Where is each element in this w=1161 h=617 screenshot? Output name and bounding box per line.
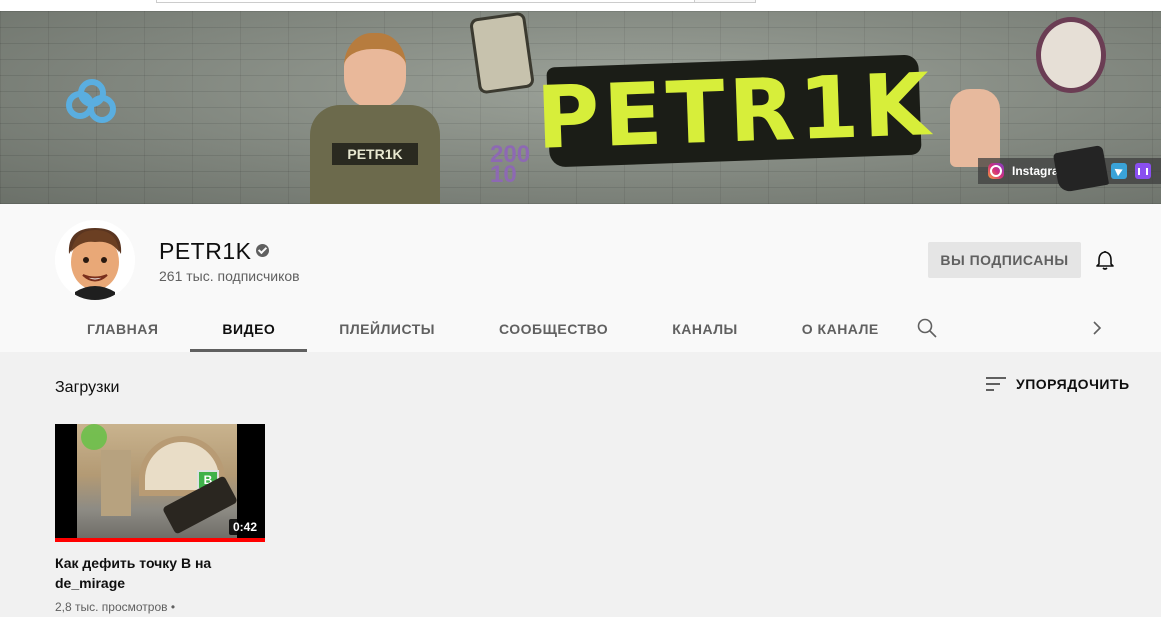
banner-logo: PETR1K bbox=[534, 55, 936, 169]
tab-about[interactable]: О КАНАЛЕ bbox=[770, 305, 911, 352]
bell-icon[interactable] bbox=[1094, 249, 1116, 271]
tab-community[interactable]: СООБЩЕСТВО bbox=[467, 305, 640, 352]
tab-channels[interactable]: КАНАЛЫ bbox=[640, 305, 770, 352]
instagram-icon[interactable] bbox=[988, 163, 1004, 179]
sticker-200: 200 10 bbox=[490, 141, 531, 188]
video-meta: 2,8 тыс. просмотров • bbox=[55, 600, 176, 614]
gun-sticker bbox=[1052, 144, 1110, 194]
search-input[interactable] bbox=[156, 0, 696, 3]
channel-name: PETR1K bbox=[159, 238, 252, 264]
tab-playlists[interactable]: ПЛЕЙЛИСТЫ bbox=[307, 305, 467, 352]
verified-badge-icon bbox=[256, 244, 269, 257]
search-icon[interactable] bbox=[916, 317, 938, 339]
video-thumbnail[interactable]: B 0:42 bbox=[55, 424, 265, 542]
section-title: Загрузки bbox=[55, 379, 120, 396]
tab-home[interactable]: ГЛАВНАЯ bbox=[55, 305, 190, 352]
banner-person: PETR1K bbox=[300, 33, 450, 204]
watch-progress-bar bbox=[55, 538, 265, 542]
cloud9-sticker-icon bbox=[62, 79, 120, 131]
sort-label: УПОРЯДОЧИТЬ bbox=[1016, 376, 1130, 392]
bucket-sticker bbox=[468, 11, 536, 95]
search-button[interactable] bbox=[694, 0, 756, 3]
channel-avatar[interactable] bbox=[55, 220, 135, 300]
video-duration: 0:42 bbox=[228, 519, 261, 535]
videos-section: Загрузки УПОРЯДОЧИТЬ B 0:42 Как дефить т… bbox=[0, 352, 1161, 617]
radar-icon bbox=[81, 424, 107, 450]
sort-icon bbox=[986, 376, 1006, 392]
top-bar bbox=[0, 0, 1161, 11]
channel-tabs: ГЛАВНАЯ ВИДЕО ПЛЕЙЛИСТЫ СООБЩЕСТВО КАНАЛ… bbox=[55, 305, 911, 352]
sort-button[interactable]: УПОРЯДОЧИТЬ bbox=[986, 376, 1130, 392]
telegram-icon[interactable] bbox=[1111, 163, 1128, 179]
channel-banner: PETR1K 20010 PETR1K Instagram 🐦︎ bbox=[0, 11, 1161, 204]
chevron-right-icon[interactable] bbox=[1088, 318, 1106, 338]
subscribed-button[interactable]: ВЫ ПОДПИСАНЫ bbox=[928, 242, 1081, 278]
subscriber-count: 261 тыс. подписчиков bbox=[159, 268, 300, 284]
twitch-icon[interactable] bbox=[1135, 163, 1152, 179]
tab-videos[interactable]: ВИДЕО bbox=[190, 305, 308, 352]
chicken-sticker bbox=[1036, 17, 1106, 93]
video-card[interactable]: B 0:42 Как дефить точку B на de_mirage 2… bbox=[55, 424, 265, 614]
channel-header: PETR1K 261 тыс. подписчиков ВЫ ПОДПИСАНЫ… bbox=[0, 204, 1161, 352]
video-title[interactable]: Как дефить точку B на de_mirage bbox=[55, 553, 255, 593]
vest-label: PETR1K bbox=[332, 143, 418, 165]
banner-girl-sticker bbox=[950, 89, 1000, 167]
